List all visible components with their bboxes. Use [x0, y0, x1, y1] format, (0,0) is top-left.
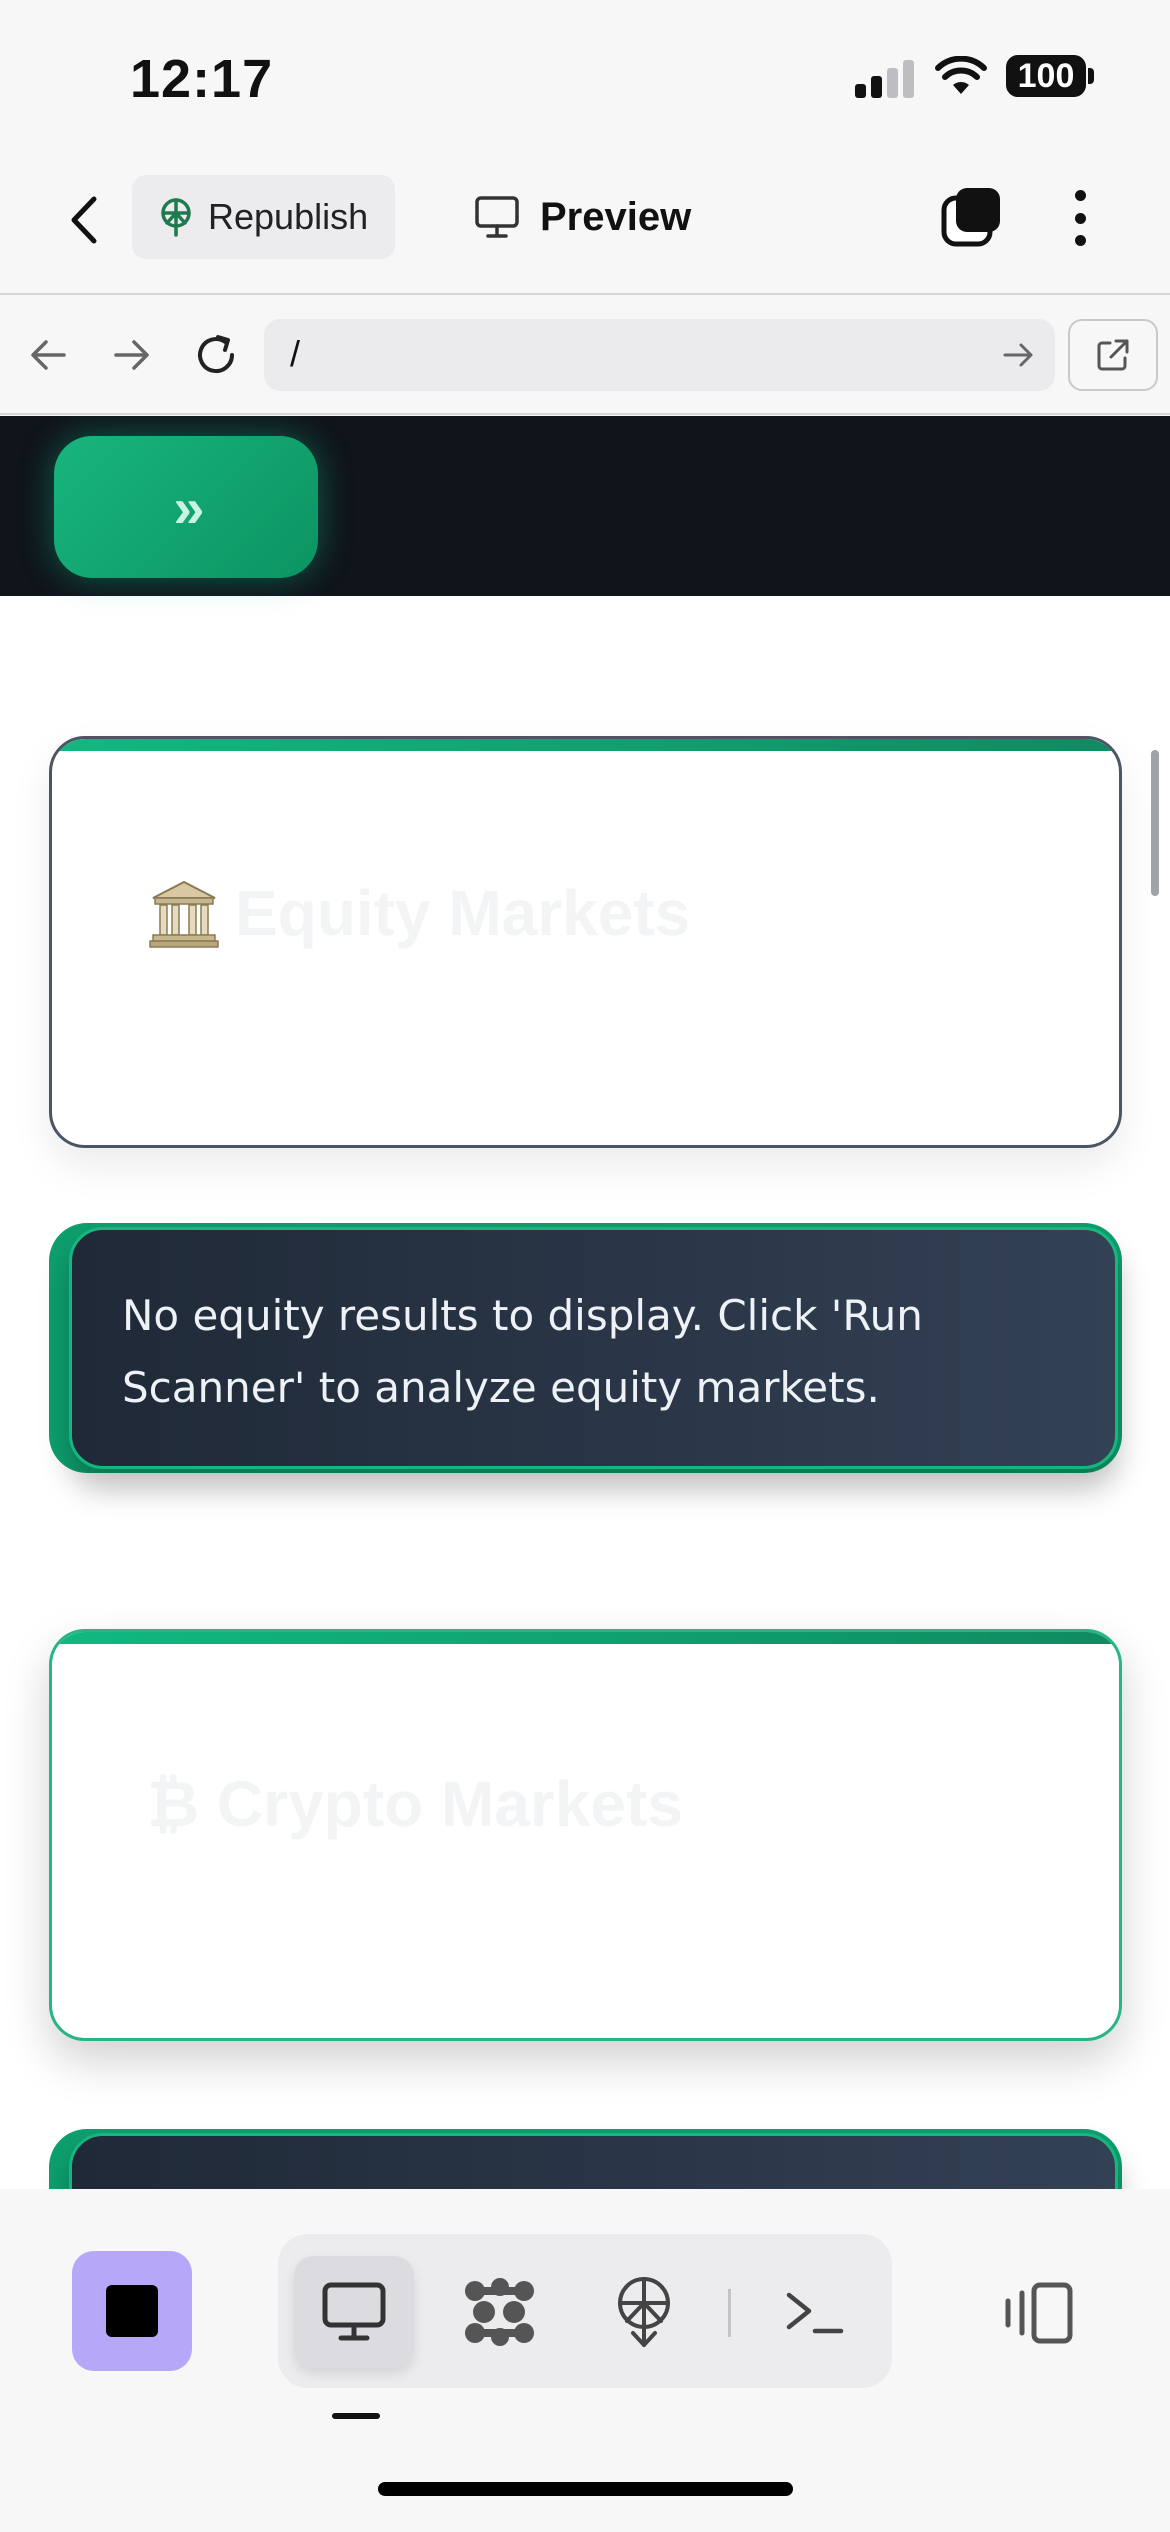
browser-bar: / [0, 297, 1170, 415]
republish-label: Republish [208, 196, 369, 237]
extensions-tool-button[interactable] [440, 2256, 560, 2368]
external-link-icon [1097, 339, 1129, 371]
stop-icon [106, 2285, 158, 2337]
more-options-icon[interactable] [1055, 186, 1105, 250]
expand-sidebar-button[interactable]: » [54, 436, 318, 578]
bottom-toolbar [0, 2189, 1170, 2532]
top-toolbar: Republish Preview [0, 150, 1170, 295]
monitor-icon [475, 196, 519, 238]
app-header: » [0, 416, 1170, 596]
open-external-button[interactable] [1068, 319, 1158, 391]
message-panel [69, 2133, 1118, 2189]
toolbar-divider [728, 2289, 731, 2337]
wifi-icon [935, 56, 987, 94]
browser-forward-button[interactable] [104, 327, 160, 383]
browser-back-button[interactable] [20, 327, 76, 383]
equity-section-header: Equity Markets [147, 876, 690, 950]
arrow-left-icon [31, 340, 66, 370]
terminal-icon [786, 2292, 844, 2334]
scrollbar-thumb[interactable] [1151, 750, 1159, 896]
status-time: 12:17 [130, 49, 274, 109]
bank-icon [149, 880, 219, 948]
equity-empty-message-card: No equity results to display. Click 'Run… [49, 1223, 1122, 1473]
equity-empty-message: No equity results to display. Click 'Run… [122, 1291, 923, 1412]
battery-indicator: 100 [1006, 55, 1086, 97]
preview-button[interactable]: Preview [474, 175, 734, 259]
arrow-right-icon [114, 340, 149, 370]
battery-nub [1088, 68, 1094, 84]
url-input[interactable]: / [264, 319, 1055, 391]
home-indicator [378, 2482, 793, 2496]
deploy-icon [618, 2277, 670, 2347]
equity-section-title: Equity Markets [235, 877, 691, 949]
active-tab-indicator [332, 2413, 380, 2419]
panel-toggle-icon[interactable] [1000, 2281, 1074, 2345]
crypto-message-card [49, 2129, 1122, 2189]
tool-switcher [278, 2234, 892, 2388]
card-accent-bar [52, 739, 1119, 751]
preview-label: Preview [540, 194, 692, 239]
message-panel: No equity results to display. Click 'Run… [69, 1227, 1118, 1469]
go-arrow-icon[interactable] [1001, 337, 1037, 373]
web-preview: » Equity Markets No equity results to di… [0, 416, 1170, 2189]
deploy-icon [161, 198, 191, 237]
deploy-tool-button[interactable] [584, 2256, 704, 2368]
crypto-section-title: ₿ Crypto Markets [147, 1768, 683, 1840]
extensions-icon [465, 2278, 534, 2346]
desktop-tool-button[interactable] [294, 2256, 414, 2368]
desktop-icon [322, 2282, 386, 2341]
reload-button[interactable] [188, 327, 244, 383]
reload-icon [198, 335, 234, 373]
cellular-signal-icon [855, 58, 915, 98]
equity-section-card: Equity Markets [49, 736, 1122, 1148]
back-button[interactable] [55, 190, 115, 250]
crypto-section-card: ₿ Crypto Markets [49, 1629, 1122, 2041]
status-bar: 12:17 100 [0, 0, 1170, 150]
republish-button[interactable]: Republish [132, 175, 395, 259]
card-accent-bar [52, 1632, 1119, 1644]
chevron-left-icon [71, 196, 97, 244]
stop-button[interactable] [72, 2251, 192, 2371]
terminal-tool-button[interactable] [754, 2256, 874, 2368]
url-text: / [290, 333, 301, 374]
tabs-icon[interactable] [940, 186, 1004, 250]
